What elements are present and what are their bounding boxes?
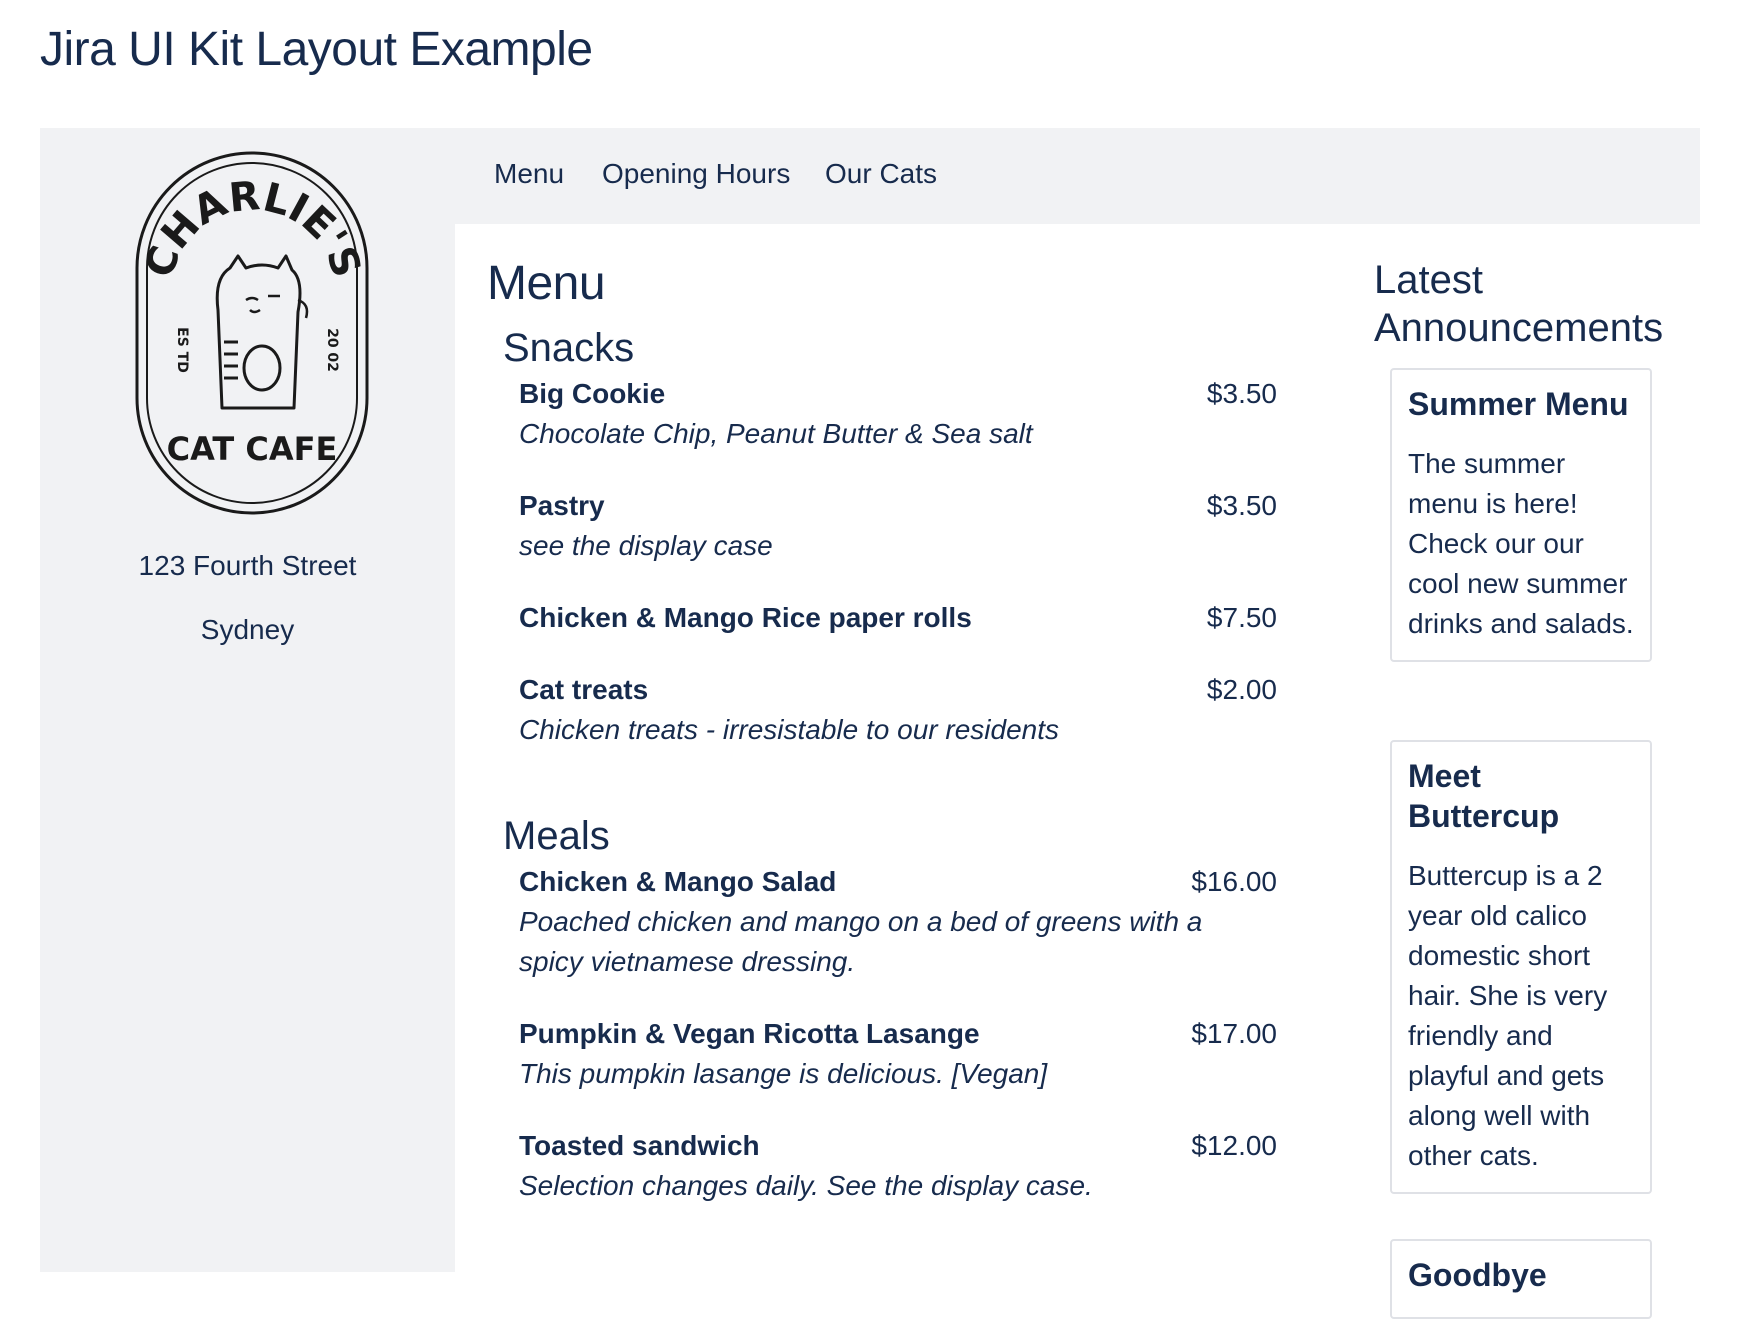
menu-item: Chicken & Mango Salad $16.00 Poached chi…: [519, 862, 1277, 982]
announcement-card[interactable]: Summer Menu The summer menu is here! Che…: [1390, 368, 1652, 662]
item-name: Chicken & Mango Salad: [519, 866, 837, 897]
card-body: Buttercup is a 2 year old calico domesti…: [1408, 860, 1608, 1171]
card-title: Summer Menu: [1408, 386, 1629, 422]
item-name: Big Cookie: [519, 378, 666, 409]
menu-item: Chicken & Mango Rice paper rolls $7.50: [519, 598, 1277, 638]
logo-left-text: ES TD: [174, 327, 190, 373]
item-price: $3.50: [1206, 490, 1277, 521]
menu-item: Pumpkin & Vegan Ricotta Lasange $17.00 T…: [519, 1014, 1277, 1094]
item-name: Toasted sandwich: [519, 1130, 760, 1161]
announcement-card[interactable]: Meet Buttercup Buttercup is a 2 year old…: [1390, 740, 1652, 1194]
menu-heading: Menu: [487, 257, 606, 310]
layout-frame: CHARLIE'S ES TD 20 02 CAT CAFE 123 Fourt…: [40, 128, 1700, 1319]
item-price: $7.50: [1206, 602, 1277, 633]
top-nav: Menu Opening Hours Our Cats: [455, 128, 1700, 224]
item-name: Pumpkin & Vegan Ricotta Lasange: [519, 1018, 980, 1049]
menu-item: Cat treats $2.00 Chicken treats - irresi…: [519, 670, 1277, 750]
item-price: $3.50: [1206, 378, 1277, 409]
announcements-heading: Latest Announcements: [1374, 258, 1664, 350]
menu-item: Toasted sandwich $12.00 Selection change…: [519, 1126, 1277, 1206]
address-street: 123 Fourth Street: [138, 550, 357, 581]
cafe-logo: CHARLIE'S ES TD 20 02 CAT CAFE: [135, 151, 370, 515]
item-description: Chicken treats - irresistable to our res…: [519, 714, 1059, 745]
card-body: The summer menu is here! Check our our c…: [1408, 448, 1634, 639]
item-description: Chocolate Chip, Peanut Butter & Sea salt: [519, 418, 1033, 449]
nav-opening-hours-link[interactable]: Opening Hours: [602, 158, 790, 190]
announcement-card[interactable]: Goodbye: [1390, 1239, 1652, 1319]
item-name: Chicken & Mango Rice paper rolls: [519, 602, 972, 633]
card-title: Meet Buttercup: [1408, 758, 1560, 834]
item-description: This pumpkin lasange is delicious. [Vega…: [519, 1058, 1048, 1089]
menu-item: Pastry $3.50 see the display case: [519, 486, 1277, 566]
section-heading-snacks: Snacks: [503, 326, 635, 370]
card-title: Goodbye: [1408, 1257, 1547, 1293]
address-city: Sydney: [200, 614, 295, 645]
nav-our-cats-link[interactable]: Our Cats: [825, 158, 937, 190]
item-name: Cat treats: [519, 674, 649, 705]
item-description: Poached chicken and mango on a bed of gr…: [519, 906, 1203, 977]
sidebar: CHARLIE'S ES TD 20 02 CAT CAFE 123 Fourt…: [40, 128, 455, 1272]
item-description: see the display case: [519, 530, 773, 561]
item-name: Pastry: [519, 490, 605, 521]
nav-menu-link[interactable]: Menu: [494, 158, 564, 190]
logo-bottom-text: CAT CAFE: [167, 430, 338, 468]
item-description: Selection changes daily. See the display…: [519, 1170, 1093, 1201]
item-price: $17.00: [1191, 1018, 1277, 1049]
item-price: $2.00: [1206, 674, 1277, 705]
item-price: $16.00: [1191, 866, 1277, 897]
section-heading-meals: Meals: [503, 814, 610, 858]
menu-item: Big Cookie $3.50 Chocolate Chip, Peanut …: [519, 374, 1277, 454]
page-title: Jira UI Kit Layout Example: [40, 23, 593, 76]
logo-right-text: 20 02: [324, 328, 340, 372]
item-price: $12.00: [1191, 1130, 1277, 1161]
main-content: Menu Snacks Big Cookie $3.50 Chocolate C…: [455, 224, 1700, 1319]
